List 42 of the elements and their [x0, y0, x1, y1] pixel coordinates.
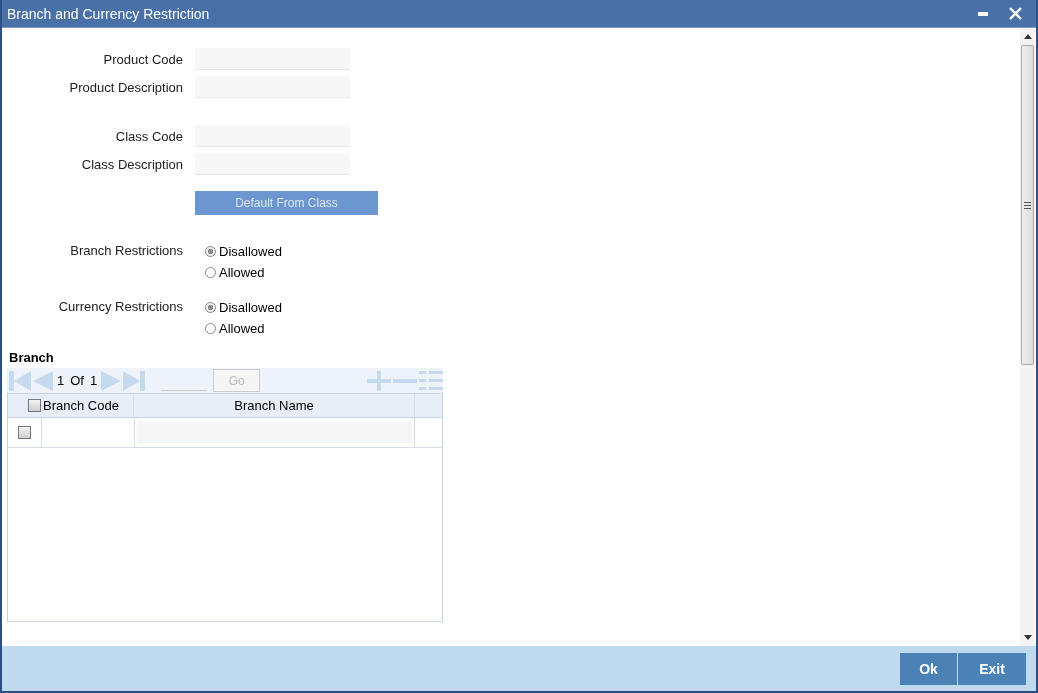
- row-checkbox[interactable]: [18, 426, 31, 439]
- add-row-icon[interactable]: [367, 370, 391, 391]
- page-of-label: Of: [70, 373, 84, 388]
- next-page-icon[interactable]: [101, 370, 122, 391]
- radio-button[interactable]: [205, 245, 216, 257]
- field-label: Currency Restrictions: [57, 299, 183, 314]
- radio-label: Disallowed: [219, 243, 282, 259]
- radio-label: Allowed: [219, 264, 265, 280]
- last-page-icon[interactable]: [123, 370, 146, 391]
- column-header: Branch Code: [43, 398, 119, 413]
- scrollbar[interactable]: [1020, 28, 1035, 646]
- radio-label: Allowed: [219, 320, 265, 336]
- input-field[interactable]: [195, 48, 350, 70]
- radio-button[interactable]: [205, 322, 216, 334]
- scroll-down-icon[interactable]: [1023, 635, 1032, 640]
- field-label: Product Description: [68, 79, 183, 95]
- radio-button[interactable]: [205, 266, 216, 278]
- field-label: Class Code: [114, 128, 183, 144]
- delete-row-icon[interactable]: [393, 378, 417, 383]
- minimize-icon[interactable]: [978, 11, 988, 16]
- radio-label: Disallowed: [219, 299, 282, 315]
- section-heading: Branch: [9, 350, 55, 365]
- field-label: Product Code: [102, 51, 183, 67]
- first-page-icon[interactable]: [9, 370, 31, 391]
- grip-icon: [1024, 201, 1031, 209]
- window-title: Branch and Currency Restriction: [7, 5, 210, 22]
- input-field[interactable]: [195, 153, 350, 175]
- page-number: 1: [57, 373, 65, 388]
- field-label: Class Description: [80, 156, 183, 172]
- close-icon[interactable]: [1009, 7, 1022, 20]
- previous-page-icon[interactable]: [33, 370, 53, 391]
- page-count: 1: [89, 373, 98, 388]
- input-field[interactable]: [195, 76, 350, 98]
- select-all-checkbox[interactable]: [28, 399, 41, 412]
- column-header: Branch Name: [234, 398, 314, 413]
- footer-button[interactable]: Exit: [958, 652, 1026, 685]
- list-view-icon[interactable]: [419, 370, 443, 391]
- radio-button[interactable]: [205, 301, 216, 313]
- scroll-up-icon[interactable]: [1023, 34, 1032, 39]
- field-label: Branch Restrictions: [69, 243, 183, 258]
- input-field[interactable]: [195, 125, 350, 147]
- footer-button[interactable]: Ok: [900, 652, 957, 685]
